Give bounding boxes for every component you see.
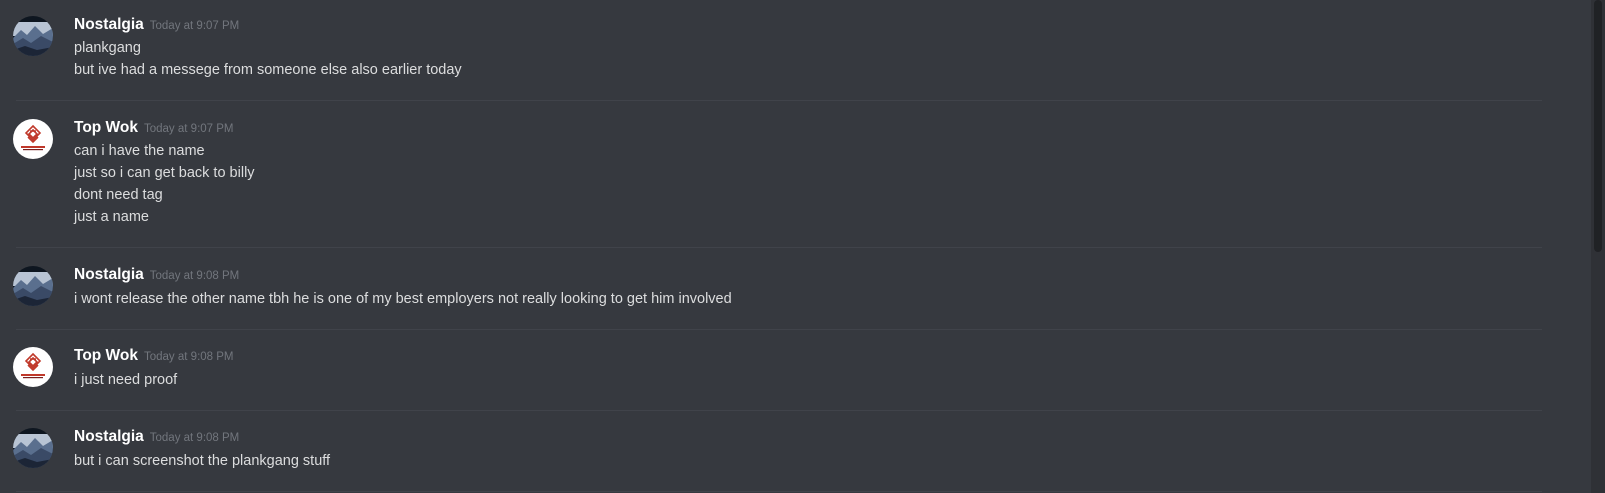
message-text: dont need tag	[74, 187, 163, 203]
timestamp[interactable]: Today at 9:07 PM	[150, 20, 240, 32]
timestamp[interactable]: Today at 9:08 PM	[150, 432, 240, 444]
message-header: Nostalgia Today at 9:08 PM	[74, 266, 239, 286]
scrollbar-track[interactable]	[1591, 0, 1605, 493]
message-divider	[16, 329, 1542, 330]
username[interactable]: Top Wok	[74, 119, 138, 137]
message-text: can i have the name	[74, 143, 205, 159]
avatar[interactable]	[13, 16, 53, 56]
username[interactable]: Nostalgia	[74, 428, 144, 446]
mountain-landscape-icon	[13, 266, 53, 306]
timestamp[interactable]: Today at 9:07 PM	[144, 123, 234, 135]
message-divider	[16, 100, 1542, 101]
message-text: but ive had a messege from someone else …	[74, 62, 462, 78]
message-header: Nostalgia Today at 9:07 PM	[74, 16, 239, 36]
red-emblem-logo-icon	[13, 119, 53, 159]
message-divider	[16, 410, 1542, 411]
message-divider	[16, 491, 1542, 492]
message-divider	[16, 247, 1542, 248]
username[interactable]: Nostalgia	[74, 266, 144, 284]
mountain-landscape-icon	[13, 16, 53, 56]
chat-messages: Nostalgia Today at 9:07 PM plankgang but…	[0, 0, 1574, 493]
message-text: plankgang	[74, 40, 141, 56]
message-text: just a name	[74, 209, 149, 225]
timestamp[interactable]: Today at 9:08 PM	[144, 351, 234, 363]
avatar[interactable]	[13, 428, 53, 468]
avatar[interactable]	[13, 347, 53, 387]
mountain-landscape-icon	[13, 428, 53, 468]
timestamp[interactable]: Today at 9:08 PM	[150, 270, 240, 282]
username[interactable]: Top Wok	[74, 347, 138, 365]
avatar[interactable]	[13, 119, 53, 159]
avatar[interactable]	[13, 266, 53, 306]
message-header: Top Wok Today at 9:07 PM	[74, 119, 234, 139]
message-header: Nostalgia Today at 9:08 PM	[74, 428, 239, 448]
message-text: but i can screenshot the plankgang stuff	[74, 453, 331, 469]
message-header: Top Wok Today at 9:08 PM	[74, 347, 234, 367]
message-text: i just need proof	[74, 372, 178, 388]
message-text: just so i can get back to billy	[74, 165, 255, 181]
scrollbar-thumb[interactable]	[1594, 0, 1602, 252]
message-text: i wont release the other name tbh he is …	[74, 291, 732, 307]
username[interactable]: Nostalgia	[74, 16, 144, 34]
red-emblem-logo-icon	[13, 347, 53, 387]
